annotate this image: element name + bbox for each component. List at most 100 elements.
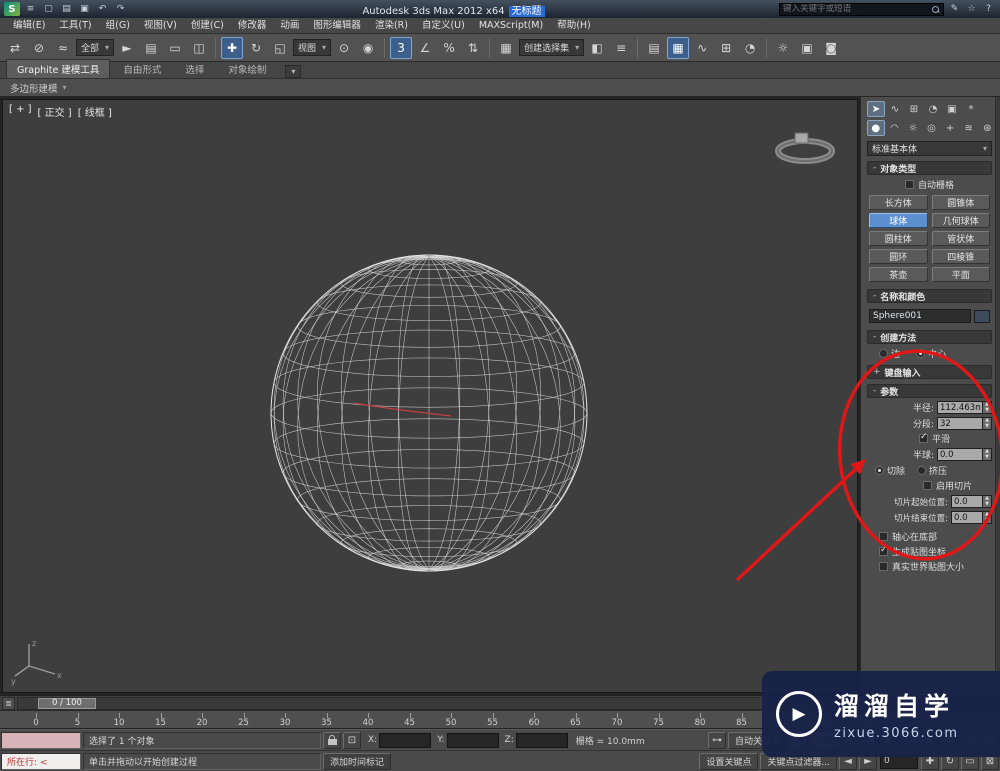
pen-icon[interactable]: ✎ (947, 2, 962, 16)
menu-views[interactable]: 视图(V) (137, 18, 184, 33)
create-tab-icon[interactable]: ➤ (867, 101, 885, 117)
slice-on-checkbox[interactable] (923, 481, 932, 490)
center-radio[interactable] (916, 349, 926, 358)
ribbon-tab-object-paint[interactable]: 对象绘制 (217, 59, 277, 78)
y-coordinate-input[interactable] (446, 732, 499, 748)
z-coordinate-input[interactable] (515, 732, 568, 748)
unlink-selection-icon[interactable]: ⊘ (28, 37, 50, 59)
x-coordinate-input[interactable] (379, 732, 432, 748)
slice-from-input[interactable] (951, 495, 983, 508)
render-production-icon[interactable]: ◙ (820, 37, 842, 59)
curve-editor-icon[interactable]: ∿ (691, 37, 713, 59)
torus-button[interactable]: 圆环 (869, 249, 928, 264)
select-and-rotate-icon[interactable]: ↻ (245, 37, 267, 59)
ribbon-minimize-toggle-icon[interactable]: ▾ (285, 65, 302, 78)
selection-lock-toggle[interactable] (323, 731, 341, 749)
menu-tools[interactable]: 工具(T) (52, 18, 98, 33)
hierarchy-tab-icon[interactable]: ⊞ (905, 101, 923, 117)
spacewarps-category-icon[interactable]: ≋ (960, 120, 978, 136)
viewport-general-menu[interactable]: [ + ] (9, 104, 32, 119)
set-key-icon[interactable]: ⊶ (707, 731, 726, 749)
application-menu-icon[interactable]: ≡ (23, 2, 38, 16)
rollout-keyboard-entry[interactable]: + 键盘输入 (867, 365, 992, 379)
ribbon-panel-polygon-modeling[interactable]: 多边形建模 (10, 81, 58, 95)
select-and-scale-icon[interactable]: ◱ (269, 37, 291, 59)
render-setup-icon[interactable]: ☼ (772, 37, 794, 59)
favorites-icon[interactable]: ☆ (964, 2, 979, 16)
geometry-category-icon[interactable]: ● (867, 120, 885, 136)
rollout-parameters[interactable]: - 参数 (867, 384, 992, 398)
menu-rendering[interactable]: 渲染(R) (368, 18, 415, 33)
search-icon[interactable] (931, 5, 940, 14)
use-pivot-point-center-icon[interactable]: ⊙ (333, 37, 355, 59)
spinner-snap-icon[interactable]: ⇅ (462, 37, 484, 59)
app-logo-icon[interactable]: S (4, 2, 20, 16)
sphere-button[interactable]: 球体 (869, 213, 928, 228)
smooth-checkbox[interactable] (919, 432, 928, 443)
open-file-icon[interactable]: ▤ (59, 2, 74, 16)
pyramid-button[interactable]: 四棱锥 (931, 249, 990, 264)
bind-to-space-warp-icon[interactable]: ≈ (52, 37, 74, 59)
window-crossing-icon[interactable]: ◫ (188, 37, 210, 59)
menu-group[interactable]: 组(G) (99, 18, 137, 33)
angle-snap-icon[interactable]: ∠ (414, 37, 436, 59)
ribbon-tab-graphite[interactable]: Graphite 建模工具 (6, 59, 111, 78)
spinner-arrows[interactable]: ▲ ▼ (983, 417, 992, 430)
tube-button[interactable]: 管状体 (931, 231, 990, 246)
menu-edit[interactable]: 编辑(E) (6, 18, 52, 33)
spinner-arrows[interactable]: ▲ ▼ (983, 448, 992, 461)
helpers-category-icon[interactable]: + (941, 120, 959, 136)
search-input[interactable] (783, 4, 928, 14)
named-selection-sets-dropdown[interactable]: 创建选择集 ▾ (519, 39, 585, 56)
rollout-object-type[interactable]: - 对象类型 (867, 161, 992, 175)
slice-to-input[interactable] (951, 511, 983, 524)
plane-button[interactable]: 平面 (931, 267, 990, 282)
autogrid-checkbox[interactable] (904, 180, 914, 189)
base-to-pivot-checkbox[interactable] (879, 532, 888, 541)
select-by-name-icon[interactable]: ▤ (140, 37, 162, 59)
panel-scrollbar[interactable] (995, 97, 1000, 695)
select-and-manipulate-icon[interactable]: ◉ (357, 37, 379, 59)
box-button[interactable]: 长方体 (869, 195, 928, 210)
viewcube-gizmo[interactable] (767, 125, 837, 170)
save-file-icon[interactable]: ▣ (77, 2, 92, 16)
cameras-category-icon[interactable]: ◎ (923, 120, 941, 136)
rectangular-selection-region-icon[interactable]: ▭ (164, 37, 186, 59)
menu-maxscript[interactable]: MAXScript(M) (472, 18, 550, 33)
chop-radio[interactable] (875, 466, 884, 475)
real-world-map-checkbox[interactable] (879, 562, 888, 571)
edit-named-selection-sets-icon[interactable]: ▦ (495, 37, 517, 59)
select-and-link-icon[interactable]: ⇄ (4, 37, 26, 59)
select-and-move-icon[interactable]: ✚ (221, 36, 244, 59)
ribbon-tab-selection[interactable]: 选择 (174, 59, 215, 78)
edge-radio[interactable] (879, 349, 888, 358)
rendered-frame-window-icon[interactable]: ▣ (796, 37, 818, 59)
menu-customize[interactable]: 自定义(U) (415, 18, 472, 33)
absolute-offset-toggle-icon[interactable]: ⊡ (343, 731, 361, 749)
squash-radio[interactable] (917, 466, 927, 475)
spinner-arrows[interactable]: ▲ ▼ (983, 401, 992, 414)
segments-input[interactable] (937, 417, 983, 430)
menu-help[interactable]: 帮助(H) (550, 18, 598, 33)
maxscript-mini-listener[interactable]: 所在行: < (1, 752, 81, 770)
help-icon[interactable]: ? (981, 2, 996, 16)
ribbon-tab-freeform[interactable]: 自由形式 (112, 59, 172, 78)
modify-tab-icon[interactable]: ∿ (886, 101, 904, 117)
radius-input[interactable] (937, 401, 983, 414)
viewport-canvas[interactable] (3, 100, 858, 693)
viewport-shading-menu[interactable]: [ 线框 ] (78, 104, 112, 119)
percent-snap-icon[interactable]: % (438, 37, 460, 59)
display-tab-icon[interactable]: ▣ (943, 101, 961, 117)
maxscript-listener-output[interactable] (1, 731, 81, 749)
rollout-name-and-color[interactable]: - 名称和颜色 (867, 289, 992, 303)
redo-icon[interactable]: ↷ (113, 2, 128, 16)
selection-filter-dropdown[interactable]: 全部 ▾ (76, 39, 115, 56)
schematic-view-icon[interactable]: ⊞ (715, 37, 737, 59)
motion-tab-icon[interactable]: ◔ (924, 101, 942, 117)
set-key-button[interactable]: 设置关键点 (699, 752, 759, 770)
undo-icon[interactable]: ↶ (95, 2, 110, 16)
layer-manager-icon[interactable]: ▤ (643, 37, 665, 59)
spinner-arrows[interactable]: ▲ ▼ (983, 495, 992, 508)
align-icon[interactable]: ≡ (610, 37, 632, 59)
material-editor-icon[interactable]: ◔ (739, 37, 761, 59)
